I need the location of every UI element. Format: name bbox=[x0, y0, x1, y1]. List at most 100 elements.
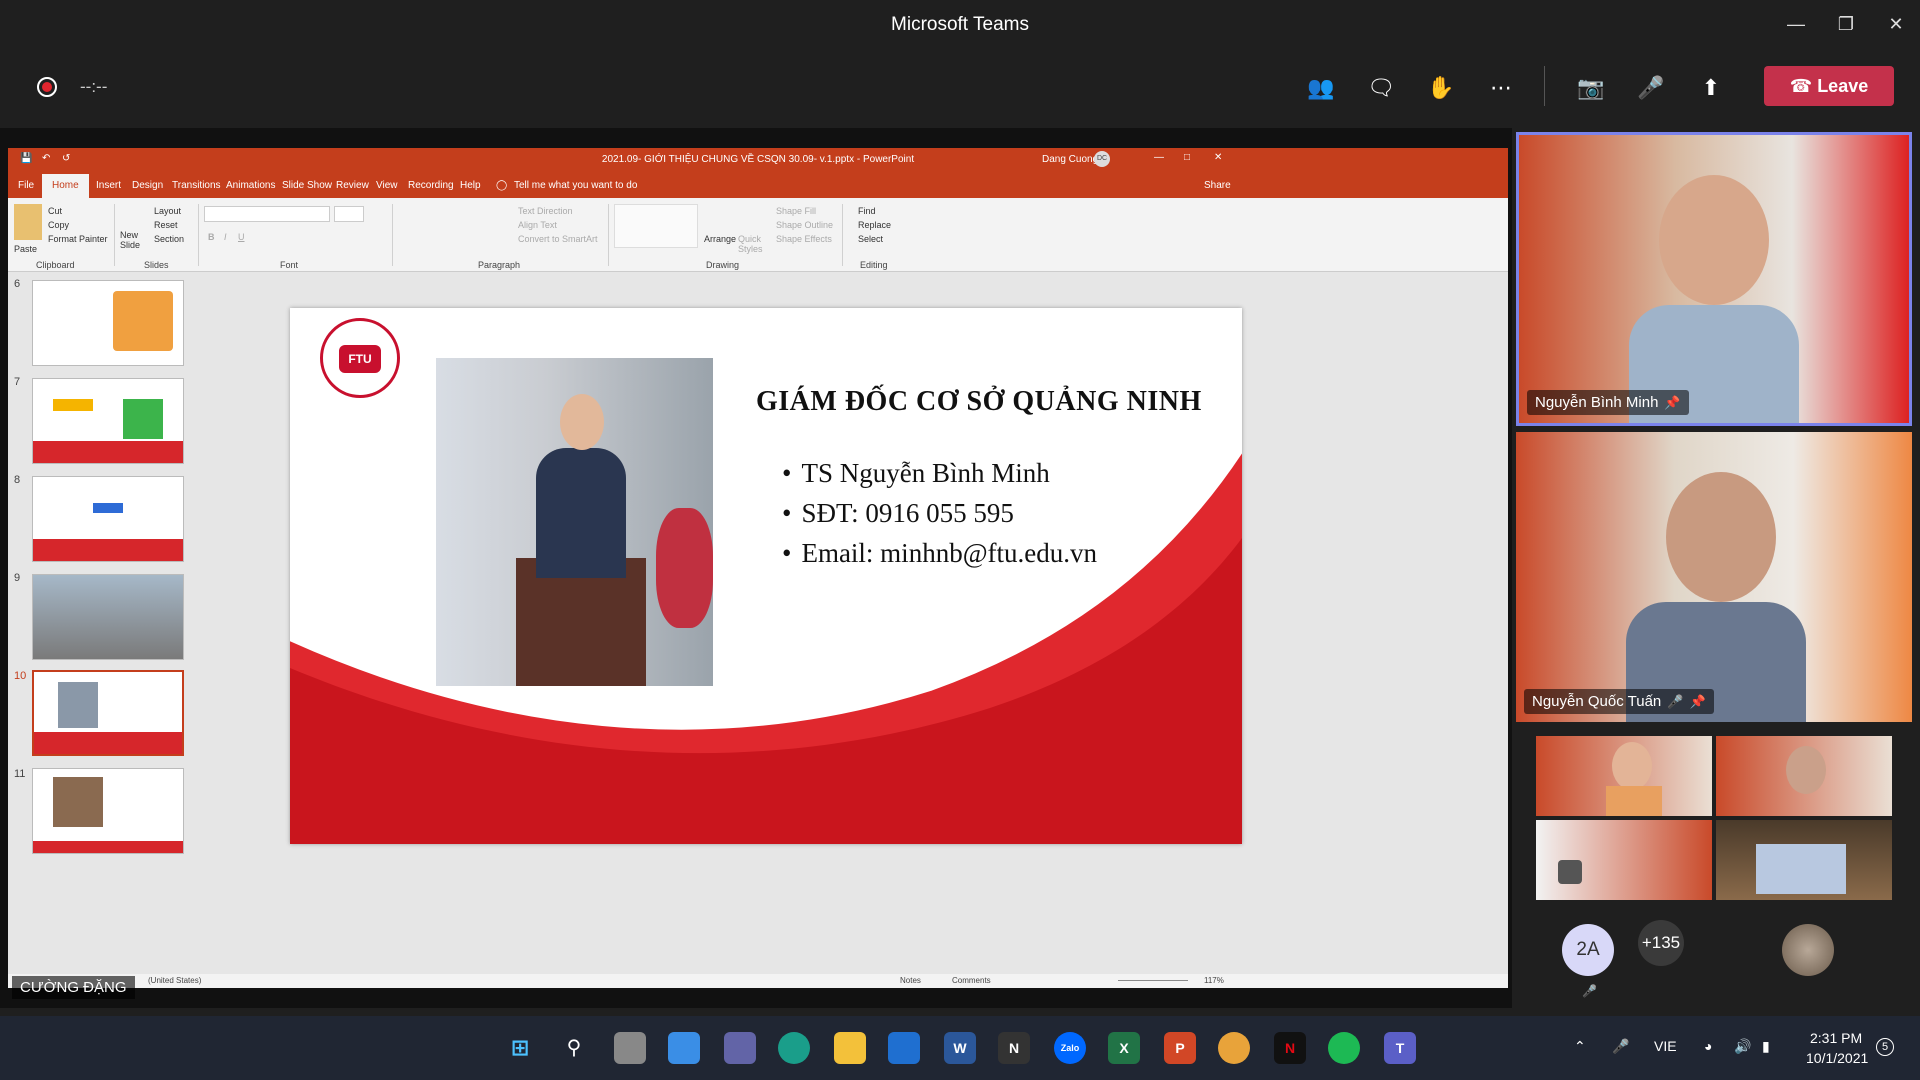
excel-icon[interactable]: X bbox=[1108, 1032, 1140, 1064]
task-view-icon[interactable] bbox=[614, 1032, 646, 1064]
wifi-icon[interactable]: ◕ bbox=[1704, 1038, 1712, 1054]
paste-icon[interactable] bbox=[14, 204, 42, 240]
ppt-restore-icon[interactable]: □ bbox=[1184, 152, 1190, 163]
clock-time[interactable]: 2:31 PM bbox=[1810, 1030, 1862, 1046]
current-slide[interactable]: GIÁM ĐỐC CƠ SỞ QUẢNG NINH TS Nguyễn Bình… bbox=[290, 308, 1242, 844]
new-slide-button[interactable]: New Slide bbox=[120, 230, 150, 250]
more-participants-button[interactable]: +135 bbox=[1638, 920, 1684, 966]
video-tile-small[interactable] bbox=[1716, 820, 1892, 900]
layout-button[interactable]: Layout bbox=[154, 206, 181, 216]
underline-icon[interactable]: U bbox=[238, 232, 245, 242]
input-language[interactable]: VIE bbox=[1654, 1038, 1677, 1054]
italic-icon[interactable]: I bbox=[224, 232, 227, 242]
tab-home[interactable]: Home bbox=[42, 174, 89, 198]
people-icon[interactable]: 👥 bbox=[1303, 72, 1339, 104]
video-tile-active-speaker[interactable]: Nguyễn Bình Minh 📌 bbox=[1516, 132, 1912, 426]
file-explorer-icon[interactable] bbox=[834, 1032, 866, 1064]
tab-help[interactable]: Help bbox=[460, 180, 481, 191]
video-tile[interactable]: Nguyễn Quốc Tuấn 🎤 📌 bbox=[1516, 432, 1912, 722]
participant-avatar-photo[interactable] bbox=[1782, 924, 1834, 976]
text-direction-button[interactable]: Text Direction bbox=[518, 206, 573, 216]
tab-review[interactable]: Review bbox=[336, 180, 369, 191]
font-size-select[interactable] bbox=[334, 206, 364, 222]
pin-icon[interactable]: 📌 bbox=[1689, 694, 1705, 709]
minimize-icon[interactable]: — bbox=[1776, 10, 1816, 38]
ppt-minimize-icon[interactable]: — bbox=[1154, 152, 1164, 163]
tab-file[interactable]: File bbox=[18, 180, 34, 191]
convert-smartart-button[interactable]: Convert to SmartArt bbox=[518, 234, 598, 244]
zoom-level[interactable]: 117% bbox=[1204, 976, 1224, 985]
tab-design[interactable]: Design bbox=[132, 180, 163, 191]
quick-styles-button[interactable]: Quick Styles bbox=[738, 234, 764, 254]
comments-button[interactable]: Comments bbox=[952, 976, 991, 985]
pin-icon[interactable]: 📌 bbox=[1664, 395, 1680, 410]
leave-button[interactable]: ☎ Leave bbox=[1764, 66, 1894, 106]
section-button[interactable]: Section bbox=[154, 234, 184, 244]
microphone-icon[interactable]: 🎤 bbox=[1612, 1038, 1629, 1055]
ppt-close-icon[interactable]: ✕ bbox=[1214, 152, 1222, 163]
video-tile-small[interactable] bbox=[1536, 820, 1712, 900]
notification-badge[interactable]: 5 bbox=[1876, 1038, 1894, 1056]
replace-button[interactable]: Replace bbox=[858, 220, 891, 230]
spotify-icon[interactable] bbox=[1328, 1032, 1360, 1064]
align-text-button[interactable]: Align Text bbox=[518, 220, 557, 230]
teams-icon[interactable]: T bbox=[1384, 1032, 1416, 1064]
arrange-button[interactable]: Arrange bbox=[704, 234, 736, 244]
video-tile-small[interactable] bbox=[1536, 736, 1712, 816]
format-painter-button[interactable]: Format Painter bbox=[48, 234, 108, 244]
slide-thumbnail[interactable] bbox=[32, 378, 184, 464]
windows-start-icon[interactable]: ⊞ bbox=[504, 1032, 536, 1064]
restore-icon[interactable]: ❐ bbox=[1826, 10, 1866, 38]
participant-avatar[interactable]: 2A bbox=[1562, 924, 1614, 976]
notion-icon[interactable]: N bbox=[998, 1032, 1030, 1064]
tab-insert[interactable]: Insert bbox=[96, 180, 121, 191]
powerpoint-icon[interactable]: P bbox=[1164, 1032, 1196, 1064]
zalo-icon[interactable]: Zalo bbox=[1054, 1032, 1086, 1064]
slide-thumbnail-selected[interactable] bbox=[32, 670, 184, 756]
shapes-gallery[interactable] bbox=[614, 204, 698, 248]
netflix-icon[interactable]: N bbox=[1274, 1032, 1306, 1064]
copy-button[interactable]: Copy bbox=[48, 220, 69, 230]
find-button[interactable]: Find bbox=[858, 206, 876, 216]
mail-icon[interactable] bbox=[888, 1032, 920, 1064]
notes-button[interactable]: Notes bbox=[900, 976, 921, 985]
word-icon[interactable]: W bbox=[944, 1032, 976, 1064]
cut-button[interactable]: Cut bbox=[48, 206, 62, 216]
reactions-icon[interactable]: ✋ bbox=[1423, 72, 1459, 104]
shape-fill-button[interactable]: Shape Fill bbox=[776, 206, 816, 216]
tray-overflow-icon[interactable]: ⌃ bbox=[1574, 1038, 1586, 1055]
edge-icon[interactable] bbox=[778, 1032, 810, 1064]
video-tile-small[interactable] bbox=[1716, 736, 1892, 816]
tab-transitions[interactable]: Transitions bbox=[172, 180, 221, 191]
slide-thumbnail[interactable] bbox=[32, 574, 184, 660]
shape-effects-button[interactable]: Shape Effects bbox=[776, 234, 832, 244]
slide-thumbnail[interactable] bbox=[32, 768, 184, 854]
share-button[interactable]: Share bbox=[1204, 180, 1231, 191]
font-name-select[interactable] bbox=[204, 206, 330, 222]
more-icon[interactable]: ⋯ bbox=[1483, 72, 1519, 104]
mic-off-icon[interactable]: 🎤 bbox=[1633, 72, 1669, 104]
widgets-icon[interactable] bbox=[668, 1032, 700, 1064]
select-button[interactable]: Select bbox=[858, 234, 883, 244]
camera-off-icon[interactable]: 📷 bbox=[1573, 72, 1609, 104]
chrome-icon[interactable] bbox=[1218, 1032, 1250, 1064]
reset-button[interactable]: Reset bbox=[154, 220, 178, 230]
bold-icon[interactable]: B bbox=[208, 232, 215, 242]
battery-icon[interactable]: ▮ bbox=[1762, 1038, 1770, 1055]
chat-icon[interactable]: 🗨 bbox=[1363, 72, 1399, 104]
tab-slide-show[interactable]: Slide Show bbox=[282, 180, 332, 191]
zoom-slider[interactable] bbox=[1118, 980, 1188, 981]
close-icon[interactable]: ✕ bbox=[1876, 10, 1916, 38]
share-screen-icon[interactable]: ⬆ bbox=[1693, 72, 1729, 104]
shape-outline-button[interactable]: Shape Outline bbox=[776, 220, 833, 230]
teams-chat-icon[interactable] bbox=[724, 1032, 756, 1064]
tab-animations[interactable]: Animations bbox=[226, 180, 275, 191]
tell-me-search[interactable]: Tell me what you want to do bbox=[514, 180, 637, 191]
clock-date[interactable]: 10/1/2021 bbox=[1806, 1050, 1868, 1066]
paste-button[interactable]: Paste bbox=[14, 244, 37, 254]
tab-view[interactable]: View bbox=[376, 180, 398, 191]
slide-thumbnail[interactable] bbox=[32, 280, 184, 366]
volume-icon[interactable]: 🔊 bbox=[1734, 1038, 1751, 1055]
tab-recording[interactable]: Recording bbox=[408, 180, 454, 191]
slide-thumbnail[interactable] bbox=[32, 476, 184, 562]
